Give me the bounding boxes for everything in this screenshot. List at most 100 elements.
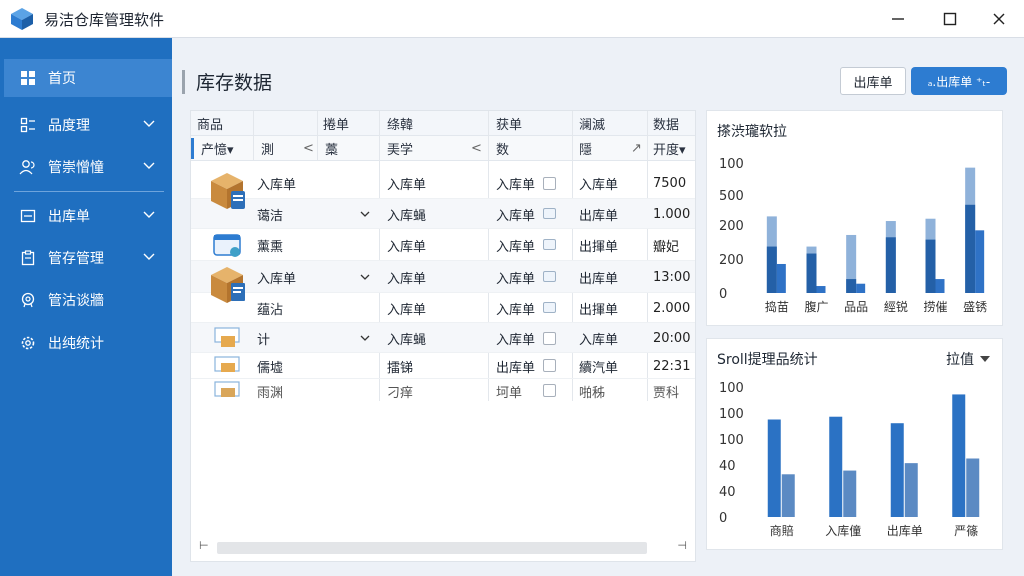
sidebar-item-statistics[interactable]: 出纯统计 [4, 324, 172, 362]
table-row[interactable]: 入库单 入库单 入库单 入库单 7500 [191, 167, 695, 199]
bar-series-3 [975, 230, 985, 293]
sidebar-item-home[interactable]: 首页 [4, 59, 172, 97]
close-icon [993, 13, 1005, 25]
sidebar-item-label: 管存管理 [48, 251, 104, 267]
folder-box-icon [214, 327, 240, 347]
bar-series-1 [829, 416, 843, 517]
column-header[interactable]: 获单 [496, 111, 522, 136]
sidebar: 首页 品度理 管崇憎憧 出库单 管存管理 管沽谈牆 出纯统计 [0, 38, 172, 576]
row-checkbox[interactable] [543, 177, 556, 190]
filter-cell[interactable]: ↗ [631, 136, 642, 161]
maximize-button[interactable] [936, 6, 964, 32]
outbox-icon [18, 206, 38, 226]
bar-series-3 [816, 286, 826, 293]
filter-cell[interactable]: < [471, 136, 482, 161]
filter-cell[interactable]: 藁 [325, 136, 338, 161]
x-tick-label: 腹广 [804, 300, 828, 314]
x-tick-label: 严篠 [954, 523, 978, 538]
clipboard-icon [18, 248, 38, 268]
table-row[interactable]: 蔼洁 入库蝇 入库单 出库单 1.000 [191, 199, 695, 229]
message-icon[interactable] [543, 208, 556, 219]
bar-series-2 [806, 253, 817, 293]
app-title: 易洁仓库管理软件 [44, 11, 165, 29]
column-header[interactable]: 澜滅 [579, 111, 605, 136]
column-header[interactable]: 商品 [197, 111, 223, 136]
filter-cell[interactable]: 隱 [579, 136, 592, 161]
row-checkbox[interactable] [543, 332, 556, 345]
column-header[interactable]: 数据 [653, 111, 679, 136]
x-tick-label: 商賠 [770, 523, 794, 538]
scroll-right-icon[interactable]: ⊣ [677, 539, 687, 552]
filter-cell[interactable]: < [303, 136, 314, 161]
outbound-button[interactable]: 出库单 [840, 67, 906, 95]
bar-series-2 [766, 246, 777, 293]
chevron-down-icon[interactable] [359, 272, 371, 282]
grid-icon [18, 68, 38, 88]
bar-series-1 [890, 423, 904, 517]
message-icon[interactable] [543, 239, 556, 250]
sidebar-item-products[interactable]: 品度理 [4, 106, 172, 144]
column-header[interactable]: 捲单 [323, 111, 349, 136]
row-checkbox[interactable] [543, 384, 556, 397]
cell-value: 入库单 [496, 302, 536, 318]
table-row[interactable]: 薰熏 入库单 入库单 出揮单 瓣妃 [191, 229, 695, 261]
y-tick-label: 0 [719, 287, 727, 302]
minimize-icon [892, 18, 904, 20]
maximize-icon [943, 12, 957, 26]
y-tick-label: 100 [719, 407, 744, 422]
sidebar-item-label: 管沽谈牆 [48, 293, 104, 309]
sidebar-item-users[interactable]: 管崇憎憧 [4, 148, 172, 186]
scroll-left-icon[interactable]: ⊢ [199, 539, 209, 552]
cell-value: 出揮单 [579, 302, 619, 318]
scroll-thumb[interactable] [217, 542, 647, 554]
table-row[interactable]: 雨渊 刁痒 坷单 啪秭 贾科 [191, 379, 695, 405]
cell-value: 入库单 [496, 177, 536, 193]
title-bar: 易洁仓库管理软件 [0, 0, 1024, 38]
primary-outbound-button[interactable]: ₐ.出库单 ⁺ₜ- [911, 67, 1007, 95]
app-logo-icon [11, 8, 33, 30]
cell-value: 出揮单 [579, 239, 619, 255]
bar-series-2 [904, 463, 918, 517]
bar-series-3 [856, 283, 866, 293]
message-icon[interactable] [543, 271, 556, 282]
y-tick-label: 40 [719, 459, 736, 474]
cell-value: 入库单 [387, 239, 427, 255]
chevron-down-icon[interactable] [359, 209, 371, 219]
sidebar-item-inventory[interactable]: 管存管理 [4, 239, 172, 277]
sidebar-item-outbound[interactable]: 出库单 [4, 197, 172, 235]
y-tick-label: 200 [719, 253, 744, 268]
column-header[interactable]: 绦韓 [387, 111, 413, 136]
filter-cell[interactable]: 数 [496, 136, 509, 161]
horizontal-scrollbar[interactable]: ⊢ ⊣ [197, 539, 689, 555]
table-row[interactable]: 计 入库蝇 入库单 入库单 20:00 [191, 323, 695, 353]
sidebar-item-label: 出库单 [48, 209, 90, 225]
inventory-table: 商品 捲单 绦韓 获单 澜滅 数据 产憶▾ 測 < 藁 㺯学 < 数 隱 ↗ 开… [190, 110, 696, 562]
table-row[interactable]: 入库单 入库单 入库单 出库单 13:00 [191, 261, 695, 293]
cell-name: 雨渊 [257, 385, 284, 401]
bar-series-1 [767, 419, 781, 517]
column-divider [317, 111, 318, 161]
cell-value: 入库单 [496, 239, 536, 255]
chevron-down-icon [143, 211, 155, 218]
sidebar-item-review[interactable]: 管沽谈牆 [4, 281, 172, 319]
cell-value: 入库单 [496, 332, 536, 348]
close-button[interactable] [985, 6, 1013, 32]
chevron-down-icon[interactable] [359, 333, 371, 343]
chevron-down-icon [143, 162, 155, 169]
message-icon[interactable] [543, 302, 556, 313]
cell-value: 坷单 [496, 385, 523, 401]
bar-series-2 [925, 239, 936, 293]
filter-cell[interactable]: 㺯学 [387, 136, 413, 161]
cell-value: 出库单 [579, 208, 619, 224]
filter-cell[interactable]: 开度▾ [653, 136, 686, 161]
table-row[interactable]: 蕴沾 入库单 入库单 出揮单 2.000 [191, 293, 695, 323]
minimize-button[interactable] [884, 6, 912, 32]
y-tick-label: 100 [719, 433, 744, 448]
cell-quantity: 1.000 [653, 206, 691, 222]
folder-box-icon [214, 381, 240, 397]
filter-cell[interactable]: 产憶▾ [201, 136, 234, 161]
y-tick-label: 0 [719, 511, 727, 526]
y-tick-label: 40 [719, 485, 736, 500]
filter-cell[interactable]: 測 [261, 136, 274, 161]
row-checkbox[interactable] [543, 359, 556, 372]
